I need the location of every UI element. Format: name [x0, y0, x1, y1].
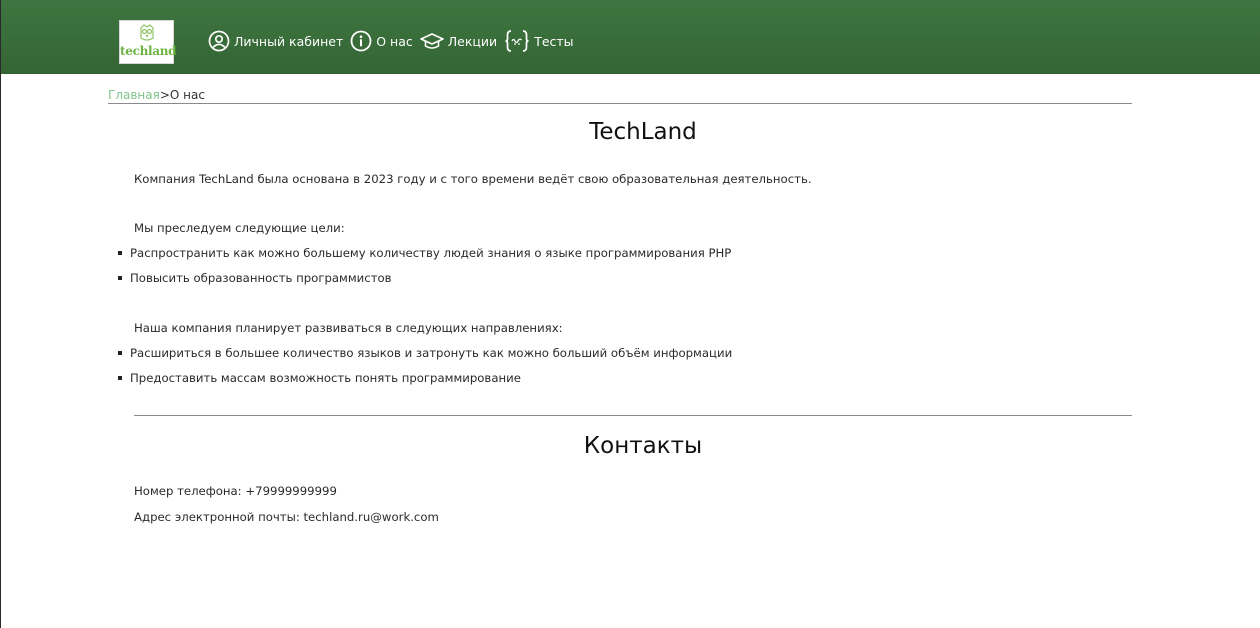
- direction-text: Предоставить массам возможность понять п…: [130, 371, 521, 385]
- goals-heading: Мы преследуем следующие цели:: [134, 221, 345, 235]
- contact-email: Адрес электронной почты: techland.ru@wor…: [134, 510, 439, 524]
- owl-icon: [140, 24, 154, 41]
- user-circle-icon: [208, 30, 230, 52]
- about-intro: Компания TechLand была основана в 2023 г…: [134, 172, 812, 186]
- graduation-cap-icon: [419, 33, 444, 49]
- nav-item-about-label: О нас: [376, 33, 413, 49]
- directions-heading: Наша компания планирует развиваться в сл…: [134, 321, 563, 335]
- page: techland Личный кабинет О нас Лекции Тес…: [0, 0, 1260, 628]
- bullet-marker: [118, 376, 122, 380]
- list-item: Расшириться в большее количество языков …: [118, 346, 732, 360]
- breadcrumb: Главная>О нас: [108, 87, 1132, 104]
- site-logo[interactable]: techland: [119, 20, 177, 64]
- breadcrumb-separator: >: [159, 88, 170, 102]
- direction-text: Расшириться в большее количество языков …: [130, 346, 733, 360]
- breadcrumb-home-link[interactable]: Главная: [108, 88, 160, 102]
- bullet-marker: [118, 276, 122, 280]
- contacts-title: Контакты: [583, 433, 703, 459]
- nav-item-lectures-label: Лекции: [447, 33, 498, 49]
- logo-text: techland: [120, 44, 177, 58]
- list-item: Предоставить массам возможность понять п…: [118, 371, 521, 385]
- site-header: techland Личный кабинет О нас Лекции Тес…: [1, 0, 1260, 74]
- info-icon: [350, 30, 372, 52]
- nav-item-about[interactable]: О нас: [350, 30, 420, 52]
- braces-icon: [505, 30, 529, 52]
- goal-text: Распространить как можно большему количе…: [130, 246, 732, 260]
- about-title: TechLand: [589, 119, 697, 145]
- section-divider: [134, 415, 1132, 416]
- nav-item-lectures[interactable]: Лекции: [419, 30, 504, 52]
- breadcrumb-current: О нас: [169, 88, 205, 102]
- nav-item-account-label: Личный кабинет: [234, 33, 344, 49]
- list-item: Повысить образованность программистов: [118, 271, 392, 285]
- nav-item-tests-label: Тесты: [534, 33, 574, 49]
- nav-item-account[interactable]: Личный кабинет: [208, 30, 350, 52]
- nav-item-tests[interactable]: Тесты: [504, 28, 580, 54]
- contact-phone: Номер телефона: +79999999999: [134, 484, 337, 498]
- bullet-marker: [118, 351, 122, 355]
- main-nav: Личный кабинет О нас Лекции Тесты: [208, 28, 581, 54]
- list-item: Распространить как можно большему количе…: [118, 246, 731, 260]
- goal-text: Повысить образованность программистов: [130, 271, 392, 285]
- bullet-marker: [118, 251, 122, 255]
